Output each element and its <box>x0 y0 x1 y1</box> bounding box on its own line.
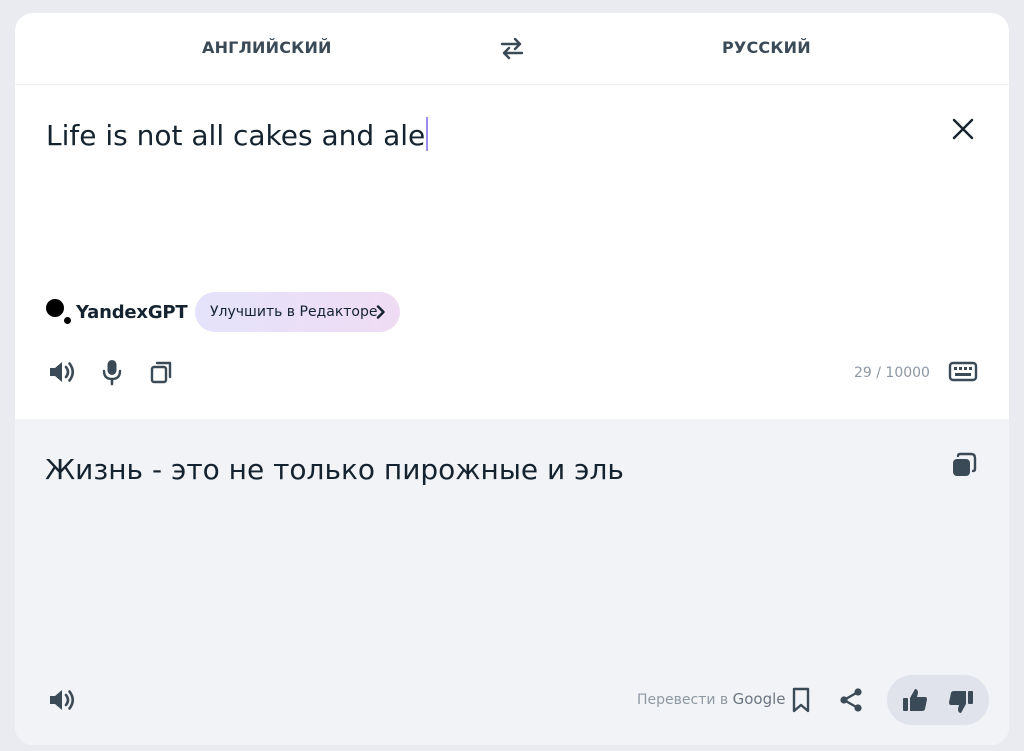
google-link-name: Google <box>732 690 786 708</box>
language-bar: АНГЛИЙСКИЙ РУССКИЙ <box>15 13 1009 85</box>
translator-card: АНГЛИЙСКИЙ РУССКИЙ Life is not all cakes… <box>15 13 1009 745</box>
translation-text: Жизнь - это не только пирожные и эль <box>45 453 624 486</box>
google-link-prefix: Перевести в <box>637 692 729 708</box>
target-language-button[interactable]: РУССКИЙ <box>722 13 811 85</box>
source-language-button[interactable]: АНГЛИЙСКИЙ <box>202 13 332 85</box>
copy-translation-icon[interactable] <box>950 451 978 479</box>
yandexgpt-logo-icon <box>46 299 72 325</box>
improve-in-editor-label: Улучшить в Редакторе <box>210 304 378 320</box>
speaker-icon[interactable] <box>47 357 77 387</box>
thumbs-up-icon[interactable] <box>900 685 930 715</box>
bookmark-icon[interactable] <box>786 685 816 715</box>
feedback-group <box>887 675 989 725</box>
improve-in-editor-button[interactable]: Улучшить в Редакторе <box>195 292 400 332</box>
translate-in-google-link[interactable]: Перевести в Google <box>637 690 786 708</box>
thumbs-down-icon[interactable] <box>946 687 976 717</box>
clear-icon[interactable] <box>950 116 976 142</box>
copy-icon[interactable] <box>147 357 177 387</box>
microphone-icon[interactable] <box>97 357 127 387</box>
yandexgpt-brand: YandexGPT <box>46 299 188 325</box>
source-text[interactable]: Life is not all cakes and ale <box>46 119 425 152</box>
keyboard-icon[interactable] <box>948 359 978 385</box>
yandexgpt-name: YandexGPT <box>76 301 188 323</box>
swap-languages-icon[interactable] <box>499 35 525 61</box>
translation-panel: Жизнь - это не только пирожные и эль Пер… <box>15 419 1009 745</box>
share-icon[interactable] <box>836 685 866 715</box>
text-caret <box>426 117 429 151</box>
source-panel: Life is not all cakes and ale YandexGPT … <box>15 85 1009 419</box>
source-input[interactable]: Life is not all cakes and ale <box>46 117 429 152</box>
translation-speaker-icon[interactable] <box>47 685 77 715</box>
character-counter: 29 / 10000 <box>854 365 930 381</box>
chevron-right-icon <box>376 305 385 319</box>
